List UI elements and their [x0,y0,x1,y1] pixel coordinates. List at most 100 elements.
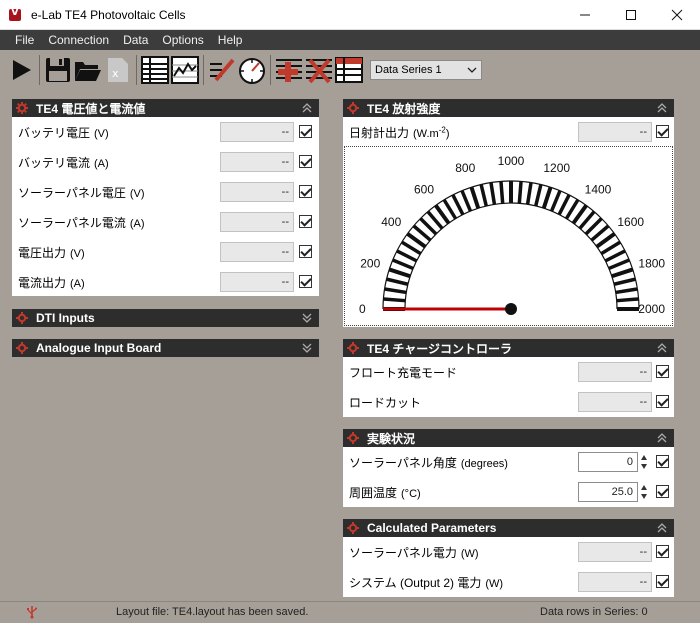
title-bar: e-Lab TE4 Photovoltaic Cells [0,0,700,30]
log-checkbox[interactable] [656,575,669,588]
gauge-tick [451,194,465,216]
dti-inputs-panel: DTI Inputs [12,309,319,327]
calibrate-button[interactable] [207,54,237,86]
log-checkbox[interactable] [656,455,669,468]
temperature-input[interactable]: 25.0 [578,482,638,502]
edit-pencil-icon [210,58,235,82]
log-checkbox[interactable] [656,365,669,378]
battery-voltage-row: バッテリ電圧 (V) -- [12,117,319,147]
menu-connection[interactable]: Connection [41,30,116,50]
log-checkbox[interactable] [656,545,669,558]
solar-voltage-row: ソーラーパネル電圧 (V) -- [12,177,319,207]
gauge-arc [404,202,618,310]
spinner-arrows-icon[interactable] [640,482,648,502]
gauge-tick [615,287,638,295]
log-checkbox[interactable] [299,125,312,138]
log-checkbox[interactable] [656,485,669,498]
gauge-tick [613,277,636,286]
system-power-row: システム (Output 2) 電力 (W) -- [343,567,674,597]
pyranometer-row: 日射計出力 (W.m-2) -- [343,117,674,147]
series-list-button[interactable] [334,54,364,86]
gauge-tick [400,240,422,256]
value-display: -- [220,242,294,262]
add-series-button[interactable] [274,54,304,86]
log-checkbox[interactable] [656,125,669,138]
row-label: ソーラーパネル電圧 [18,185,126,200]
row-unit: (V) [94,127,109,140]
log-checkbox[interactable] [299,245,312,258]
open-folder-button[interactable] [73,54,103,86]
panel-header[interactable]: DTI Inputs [12,309,319,327]
unit-end: ) [445,127,450,140]
collapse-up-icon[interactable] [656,432,668,444]
gauge-tick-label: 1600 [617,215,644,229]
value-display: -- [578,542,652,562]
app-logo-icon [9,7,21,21]
row-label: 日射計出力 [349,125,410,140]
log-checkbox[interactable] [299,215,312,228]
save-button[interactable] [43,54,73,86]
solar-current-row: ソーラーパネル電流 (A) -- [12,207,319,237]
delete-series-button[interactable] [304,54,334,86]
panel-header[interactable]: TE4 チャージコントローラ [343,339,674,357]
row-label: 電流出力 [18,275,67,290]
spinner-arrows-icon[interactable] [640,452,648,472]
row-unit: (A) [129,217,145,230]
panel-header[interactable]: TE4 電圧値と電流値 [12,99,319,117]
export-excel-button[interactable]: x [103,54,133,86]
row-unit: (V) [70,247,85,260]
gauge-hub [505,303,517,315]
data-series-dropdown[interactable]: Data Series 1 [370,60,482,80]
menu-help[interactable]: Help [211,30,250,50]
load-cut-row: ロードカット -- [343,387,674,417]
gear-icon [16,342,28,354]
collapse-up-icon[interactable] [656,522,668,534]
gauge-tick [525,182,533,205]
collapse-up-icon[interactable] [301,102,313,114]
gear-icon [347,102,359,114]
panel-header[interactable]: 実験状況 [343,429,674,447]
row-label: ソーラーパネル電力 [349,545,457,560]
minimize-icon [580,14,590,16]
unit-base: (W.m [413,127,439,140]
panel-header[interactable]: TE4 放射強度 [343,99,674,117]
log-checkbox[interactable] [299,155,312,168]
output-voltage-row: 電圧出力 (V) -- [12,237,319,267]
menu-options[interactable]: Options [155,30,210,50]
expand-down-icon[interactable] [301,312,313,324]
toolbar-divider [136,55,137,85]
ambient-temp-row: 周囲温度 (°C) 25.0 [343,477,674,507]
gauge-tick [616,297,639,303]
menu-data[interactable]: Data [116,30,155,50]
row-label: ソーラーパネル電流 [18,215,126,230]
gauge-tick [549,190,562,212]
menu-bar: File Connection Data Options Help [0,30,700,50]
timer-button[interactable] [237,54,267,86]
stopwatch-icon [239,58,265,84]
gauge-tick [383,297,406,303]
graph-view-button[interactable] [170,54,200,86]
log-checkbox[interactable] [299,275,312,288]
expand-down-icon[interactable] [301,342,313,354]
gauge-tick-label: 2000 [638,302,665,316]
maximize-button[interactable] [608,0,654,30]
save-icon [46,58,70,82]
log-checkbox[interactable] [656,395,669,408]
value-display: -- [578,392,652,412]
angle-input[interactable]: 0 [578,452,638,472]
table-view-button[interactable] [140,54,170,86]
collapse-up-icon[interactable] [656,102,668,114]
play-button[interactable] [6,54,36,86]
close-button[interactable] [654,0,700,30]
collapse-up-icon[interactable] [656,342,668,354]
row-unit: (degrees) [460,457,508,470]
panel-title: Calculated Parameters [367,521,497,535]
log-checkbox[interactable] [299,185,312,198]
panel-header[interactable]: Analogue Input Board [12,339,319,357]
minimize-button[interactable] [562,0,608,30]
panel-header[interactable]: Calculated Parameters [343,519,674,537]
gauge-tick [479,184,488,207]
value-display: -- [220,272,294,292]
menu-file[interactable]: File [8,30,41,50]
gauge-tick [608,258,630,271]
